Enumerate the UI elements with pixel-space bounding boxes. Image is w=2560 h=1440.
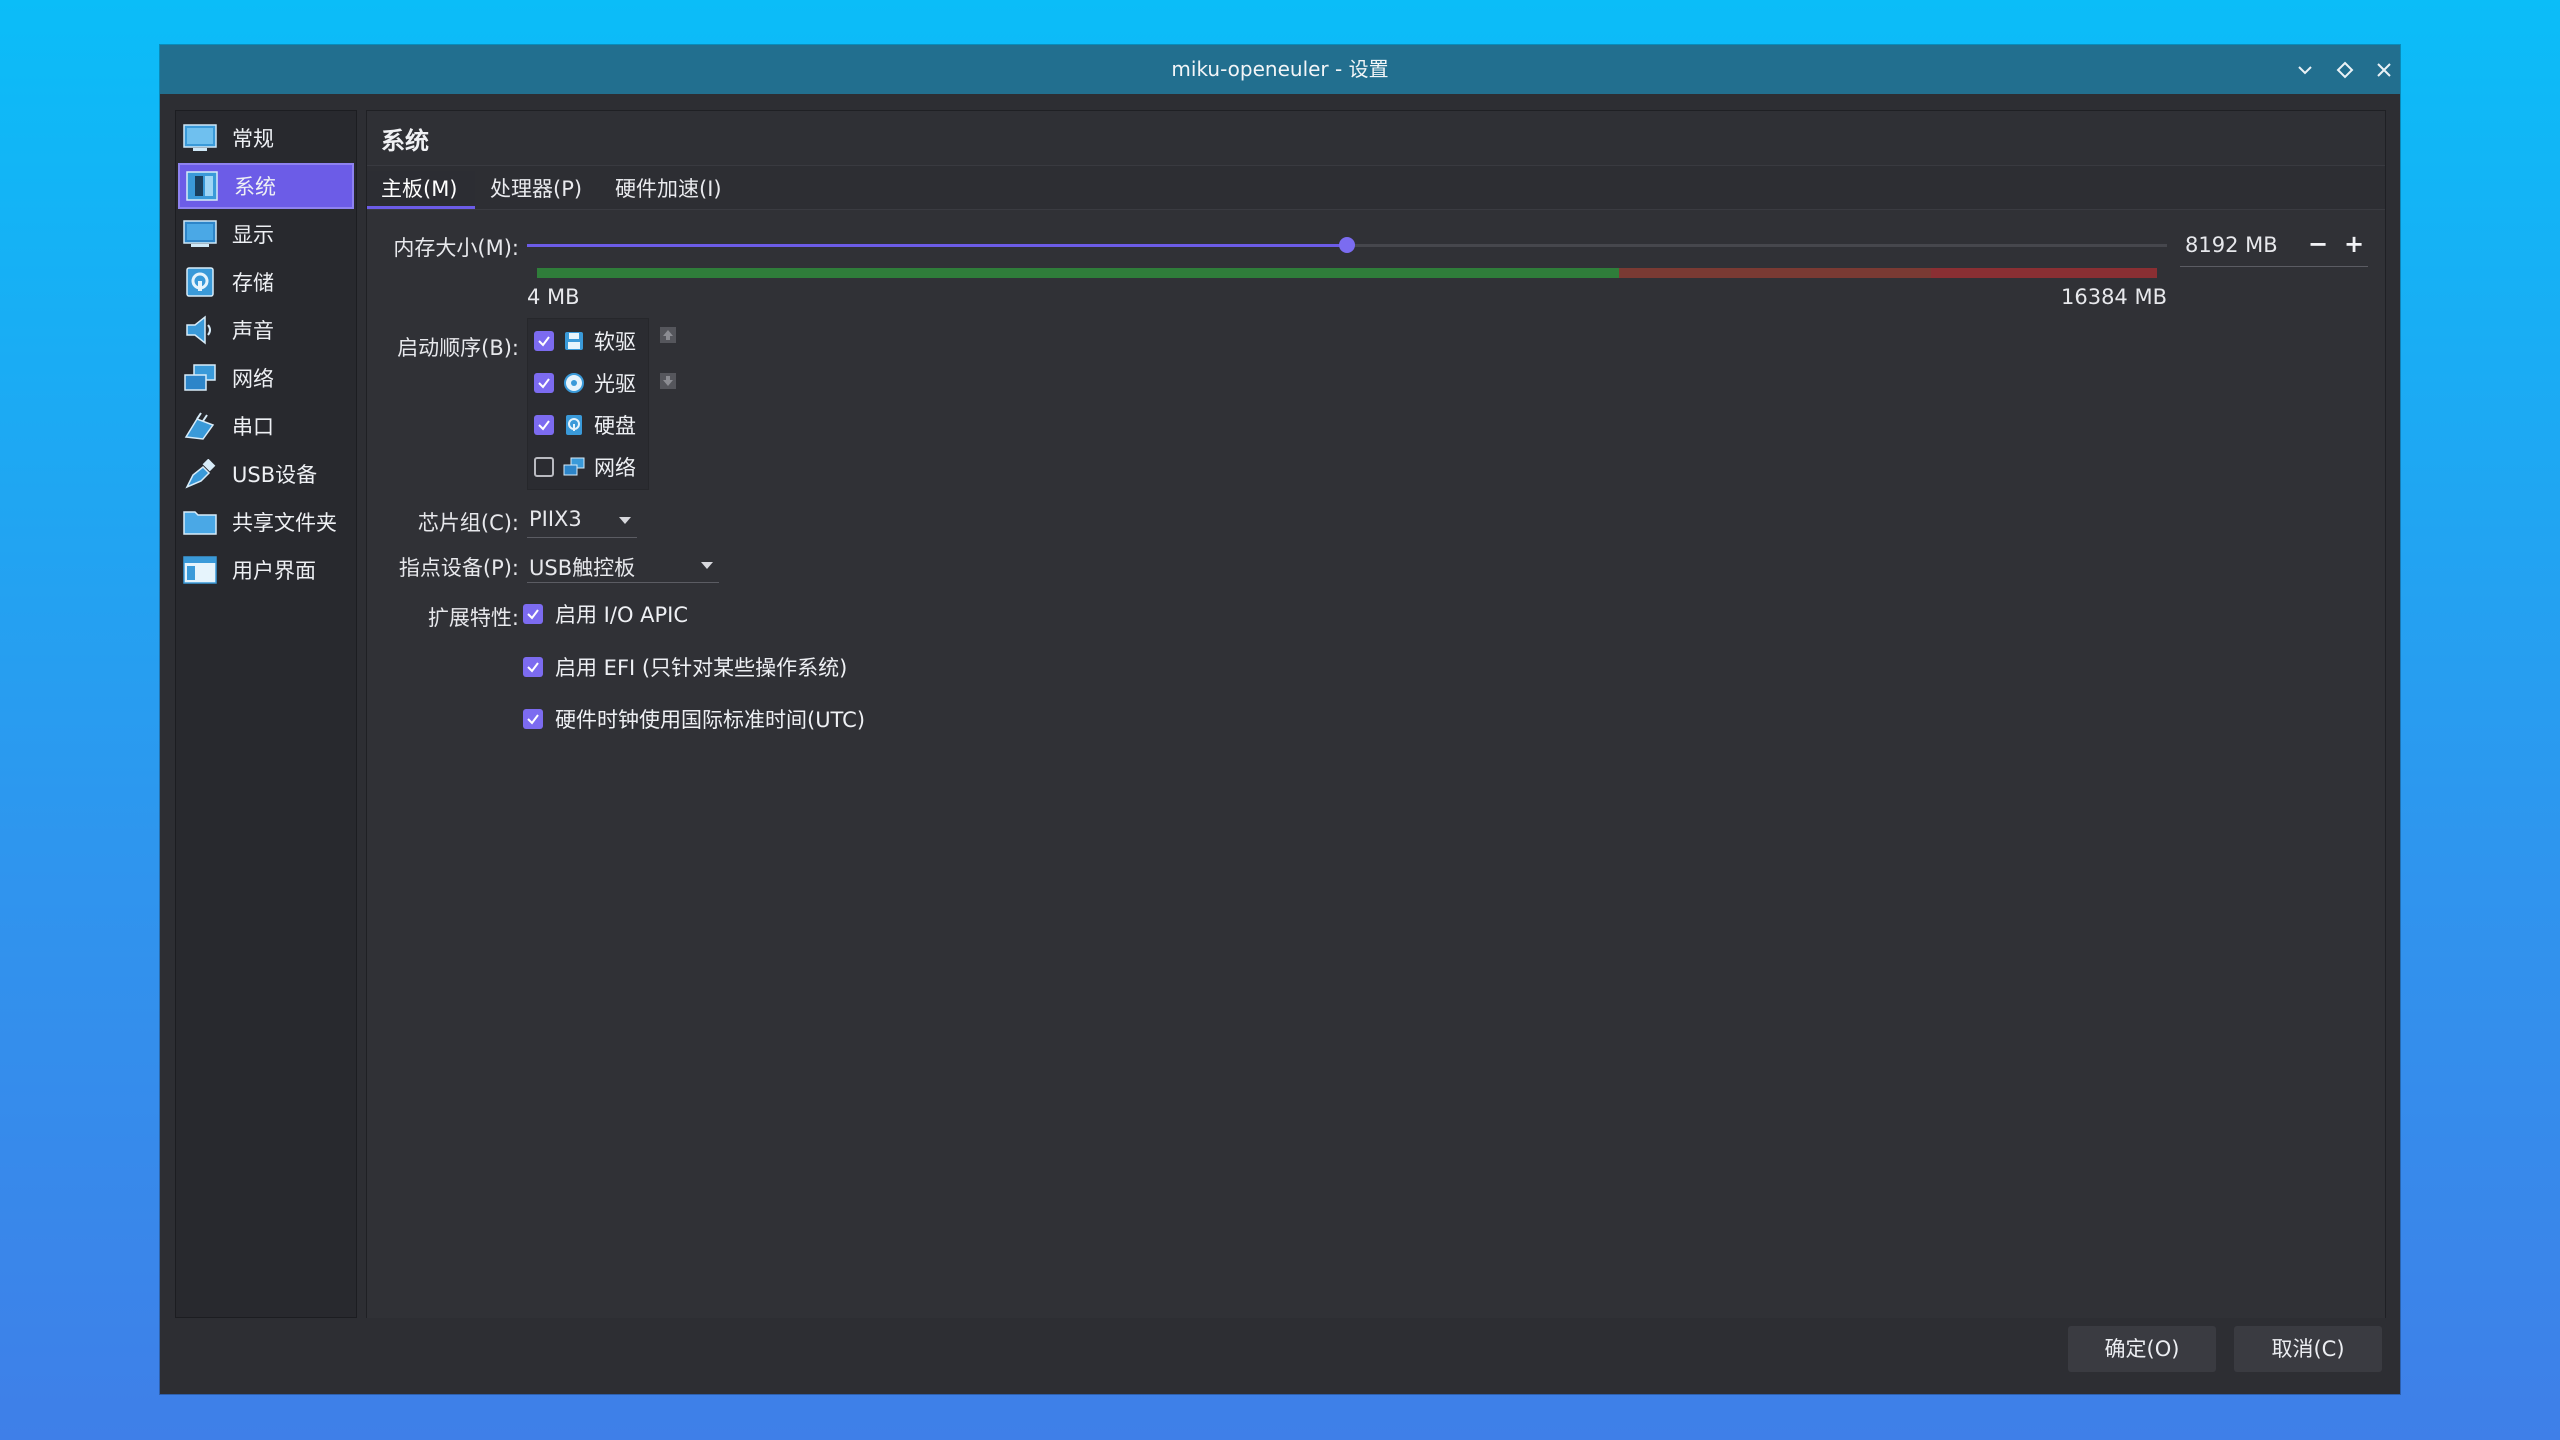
feature-utc-clock[interactable]: 硬件时钟使用国际标准时间(UTC) — [523, 704, 865, 734]
pointing-device-value: USB触控板 — [529, 556, 636, 580]
pointing-device-label: 指点设备(P): — [398, 556, 519, 580]
memory-slider[interactable] — [527, 237, 2167, 253]
tab-processor[interactable]: 处理器(P) — [476, 171, 598, 209]
network-icon — [182, 362, 218, 394]
general-icon — [182, 122, 218, 154]
sidebar-item-network[interactable]: 网络 — [178, 355, 354, 401]
boot-item-optical[interactable]: 光驱 — [534, 365, 646, 401]
io-apic-checkbox[interactable] — [523, 604, 543, 624]
memory-size-label: 内存大小(M): — [393, 236, 519, 260]
decrement-button[interactable]: − — [2304, 230, 2332, 258]
ok-button[interactable]: 确定(O) — [2068, 1326, 2216, 1372]
page-title-bar: 系统 — [367, 111, 2385, 166]
boot-order-list: 软驱 光驱 硬盘 网络 — [527, 318, 649, 490]
sidebar-item-storage[interactable]: 存储 — [178, 259, 354, 305]
settings-main-panel: 系统 主板(M) 处理器(P) 硬件加速(I) 内存大小(M): 4 MB 16… — [366, 110, 2386, 1318]
feature-io-apic[interactable]: 启用 I/O APIC — [523, 599, 688, 629]
boot-hard-disk-checkbox[interactable] — [534, 415, 554, 435]
settings-window: miku-openeuler - 设置 常规 系统 显示 存储 声音 网络 串口… — [160, 45, 2400, 1394]
minimize-icon[interactable] — [2290, 55, 2320, 85]
chipset-select[interactable]: PIIX3 — [527, 503, 637, 538]
cancel-button[interactable]: 取消(C) — [2234, 1326, 2382, 1372]
page-title: 系统 — [381, 127, 429, 155]
sidebar-item-label: 网络 — [232, 367, 274, 391]
sidebar-item-label: USB设备 — [232, 463, 318, 487]
memory-range-indicator — [537, 268, 2157, 278]
boot-item-network[interactable]: 网络 — [534, 449, 646, 485]
usb-icon — [182, 458, 218, 490]
memory-slider-fill — [527, 244, 1347, 247]
increment-button[interactable]: + — [2340, 230, 2368, 258]
sidebar-item-label: 存储 — [232, 271, 274, 295]
storage-icon — [182, 266, 218, 298]
sidebar-item-label: 系统 — [234, 175, 276, 199]
boot-item-label: 软驱 — [594, 330, 636, 354]
boot-floppy-checkbox[interactable] — [534, 331, 554, 351]
memory-size-spinbox[interactable]: 8192 MB − + — [2180, 226, 2368, 267]
boot-optical-checkbox[interactable] — [534, 373, 554, 393]
sidebar-item-label: 显示 — [232, 223, 274, 247]
sidebar-item-label: 声音 — [232, 319, 274, 343]
sidebar-item-label: 常规 — [232, 127, 274, 151]
chevron-down-icon — [701, 562, 713, 569]
optical-disc-icon — [562, 371, 586, 395]
boot-item-label: 网络 — [594, 456, 636, 480]
sidebar-item-label: 串口 — [232, 415, 274, 439]
settings-sidebar: 常规 系统 显示 存储 声音 网络 串口 USB设备 共享文件夹 用户界面 — [175, 110, 357, 1318]
move-down-button[interactable] — [657, 370, 679, 392]
feature-label: 启用 EFI (只针对某些操作系统) — [555, 656, 848, 680]
memory-min-label: 4 MB — [527, 285, 580, 309]
close-icon[interactable] — [2369, 55, 2399, 85]
title-bar[interactable]: miku-openeuler - 设置 — [160, 45, 2400, 94]
sidebar-item-usb[interactable]: USB设备 — [178, 451, 354, 497]
extended-features-label: 扩展特性: — [427, 606, 519, 630]
sidebar-item-serial[interactable]: 串口 — [178, 403, 354, 449]
sidebar-item-general[interactable]: 常规 — [178, 115, 354, 161]
feature-label: 硬件时钟使用国际标准时间(UTC) — [555, 708, 866, 732]
sidebar-item-system[interactable]: 系统 — [178, 163, 354, 209]
boot-item-hard-disk[interactable]: 硬盘 — [534, 407, 646, 443]
sidebar-item-audio[interactable]: 声音 — [178, 307, 354, 353]
boot-item-floppy[interactable]: 软驱 — [534, 323, 646, 359]
pointing-device-select[interactable]: USB触控板 — [527, 548, 719, 583]
feature-efi[interactable]: 启用 EFI (只针对某些操作系统) — [523, 652, 847, 682]
audio-icon — [182, 314, 218, 346]
network-icon — [562, 455, 586, 479]
boot-item-label: 硬盘 — [594, 414, 636, 438]
hard-disk-icon — [562, 413, 586, 437]
sidebar-item-shared-folders[interactable]: 共享文件夹 — [178, 499, 354, 545]
sidebar-item-user-interface[interactable]: 用户界面 — [178, 547, 354, 593]
window-title: miku-openeuler - 设置 — [1171, 57, 1389, 81]
system-icon — [184, 170, 220, 202]
display-icon — [182, 218, 218, 250]
chipset-value: PIIX3 — [529, 507, 582, 531]
floppy-icon — [562, 329, 586, 353]
sidebar-item-display[interactable]: 显示 — [178, 211, 354, 257]
sidebar-item-label: 用户界面 — [232, 559, 316, 583]
feature-label: 启用 I/O APIC — [555, 603, 689, 627]
boot-network-checkbox[interactable] — [534, 457, 554, 477]
user-interface-icon — [182, 554, 218, 586]
chevron-down-icon — [619, 517, 631, 524]
utc-clock-checkbox[interactable] — [523, 709, 543, 729]
memory-max-label: 16384 MB — [2060, 285, 2167, 309]
serial-port-icon — [182, 410, 218, 442]
memory-size-value[interactable]: 8192 MB — [2185, 233, 2278, 257]
chipset-label: 芯片组(C): — [417, 511, 519, 535]
tab-motherboard[interactable]: 主板(M) — [367, 171, 475, 209]
shared-folder-icon — [182, 506, 218, 538]
maximize-icon[interactable] — [2330, 55, 2360, 85]
boot-item-label: 光驱 — [594, 372, 636, 396]
efi-checkbox[interactable] — [523, 657, 543, 677]
memory-slider-handle[interactable] — [1339, 237, 1355, 253]
tab-acceleration[interactable]: 硬件加速(I) — [601, 171, 741, 209]
move-up-button[interactable] — [657, 324, 679, 346]
boot-order-label: 启动顺序(B): — [397, 336, 519, 360]
motherboard-panel: 内存大小(M): 4 MB 16384 MB 8192 MB − + 启动顺序(… — [367, 209, 2385, 1318]
sidebar-item-label: 共享文件夹 — [232, 511, 337, 535]
